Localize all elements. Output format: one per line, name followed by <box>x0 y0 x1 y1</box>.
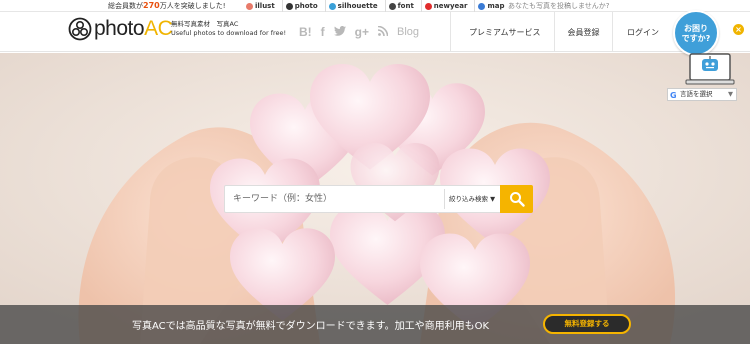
map-site-icon <box>478 2 486 10</box>
site-label: illust <box>255 2 275 10</box>
language-selector[interactable]: G 言語を選択 ▼ <box>667 88 737 101</box>
help-close-button[interactable]: × <box>733 24 744 35</box>
newyear-site-icon <box>424 2 432 10</box>
site-link-illust[interactable]: illust <box>243 0 278 12</box>
premium-label: プレミアムサービス <box>469 27 541 37</box>
facebook-icon[interactable]: f <box>321 25 325 39</box>
site-label: map <box>487 2 505 10</box>
tagline: 無料写真素材 写真AC Useful photos to download fo… <box>171 20 286 38</box>
silhouette-site-icon <box>328 2 336 10</box>
members-suffix: 万人を突破しました! <box>159 2 226 10</box>
filter-search-dropdown[interactable]: 絞り込み検索 ▼ <box>444 189 500 209</box>
logo-text: photoAC <box>94 17 173 41</box>
member-count-notice: 総会員数が270万人を突破しました! <box>108 0 226 12</box>
site-logo[interactable]: photoAC <box>68 17 173 41</box>
members-count: 270 <box>143 1 160 10</box>
network-sites: illust photo silhouette font newyear map <box>243 0 508 12</box>
premium-service-link[interactable]: プレミアムサービス <box>450 12 554 52</box>
help-widget[interactable]: お困り ですか? × <box>670 10 750 86</box>
logo-mark-icon <box>68 17 92 41</box>
google-icon: G <box>670 91 677 100</box>
site-link-newyear[interactable]: newyear <box>420 0 471 12</box>
network-bar: 総会員数が270万人を突破しました! illust photo silhouet… <box>0 0 750 12</box>
twitter-icon[interactable] <box>333 25 346 39</box>
help-line-1: お困り <box>684 24 708 33</box>
logo-text-photo: photo <box>94 17 145 40</box>
post-photo-link[interactable]: あなたも写真を投稿しませんか? <box>508 0 610 12</box>
signup-link[interactable]: 会員登録 <box>554 12 612 52</box>
photo-site-icon <box>285 2 293 10</box>
robot-laptop-icon <box>685 53 735 85</box>
search-bar: 絞り込み検索 ▼ <box>224 185 533 213</box>
header-nav: プレミアムサービス 会員登録 ログイン <box>450 12 673 52</box>
tagline-en: Useful photos to download for free! <box>171 29 287 37</box>
help-line-2: ですか? <box>681 34 711 43</box>
site-link-silhouette[interactable]: silhouette <box>324 0 381 12</box>
free-signup-button[interactable]: 無料登録する <box>543 314 631 334</box>
search-icon <box>509 192 525 207</box>
site-label: photo <box>294 2 318 10</box>
blog-link[interactable]: Blog <box>397 26 419 38</box>
google-plus-icon[interactable]: g+ <box>355 25 369 39</box>
font-site-icon <box>388 2 396 10</box>
site-link-font[interactable]: font <box>384 0 417 12</box>
site-label: newyear <box>433 2 468 10</box>
site-label: silhouette <box>337 2 378 10</box>
rss-icon[interactable] <box>377 25 389 39</box>
hatena-bookmark-icon[interactable]: B! <box>299 25 312 39</box>
search-button[interactable] <box>500 185 533 213</box>
search-input[interactable] <box>225 186 443 212</box>
language-label: 言語を選択 <box>680 90 713 98</box>
signup-banner: 写真ACでは高品質な写真が無料でダウンロードできます。加工や商用利用もOK 無料… <box>0 305 750 344</box>
logo-text-ac: AC <box>144 17 173 40</box>
login-link[interactable]: ログイン <box>612 12 673 52</box>
dropdown-arrow-icon: ▼ <box>728 90 733 98</box>
site-header: photoAC 無料写真素材 写真AC Useful photos to dow… <box>0 12 750 52</box>
site-label: font <box>397 2 414 10</box>
banner-message: 写真ACでは高品質な写真が無料でダウンロードできます。加工や商用利用もOK <box>132 321 490 332</box>
social-links: B! f g+ Blog <box>299 25 419 39</box>
site-link-map[interactable]: map <box>474 0 507 12</box>
tagline-jp: 無料写真素材 写真AC <box>171 20 239 28</box>
site-link-photo[interactable]: photo <box>281 0 321 12</box>
members-prefix: 総会員数が <box>108 2 143 10</box>
illust-site-icon <box>246 2 253 10</box>
